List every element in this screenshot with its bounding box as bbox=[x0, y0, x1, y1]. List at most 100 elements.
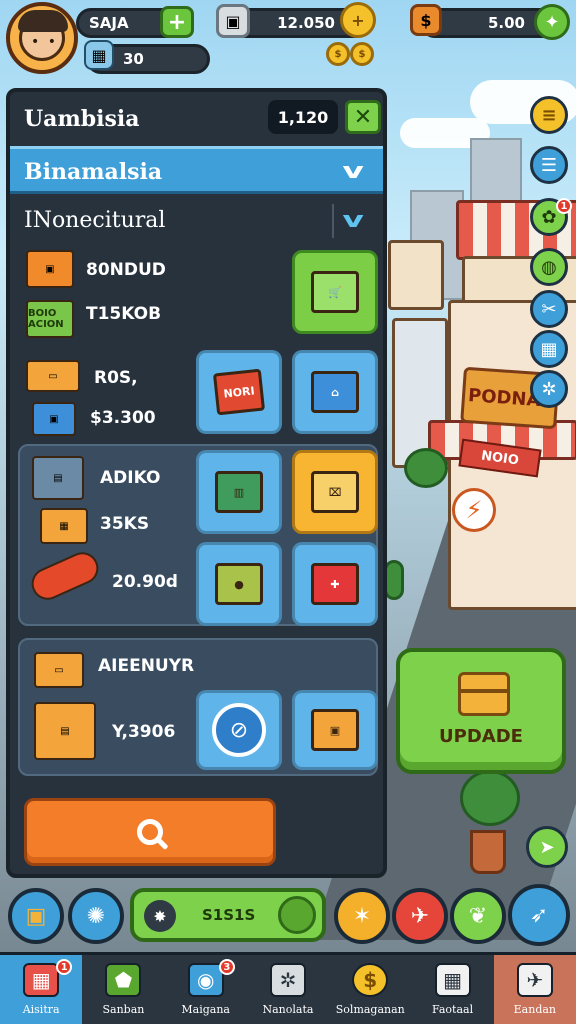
nav-label: Sanban bbox=[102, 1003, 145, 1016]
leaf-button[interactable]: ❦ bbox=[450, 888, 506, 944]
nav-item-plane[interactable]: ✈ Eandan bbox=[493, 955, 576, 1024]
nav-item-basket[interactable]: ▦ Aisitra 1 bbox=[0, 955, 83, 1024]
gear-icon[interactable]: ✲ bbox=[530, 370, 568, 408]
ad-item-icon: BOIO ACION bbox=[26, 300, 74, 338]
gems-count: 30 bbox=[123, 50, 144, 68]
subcategory-dropdown[interactable]: INonecitural v bbox=[10, 200, 383, 244]
paw-icon: ✸ bbox=[144, 900, 176, 932]
brush-icon bbox=[26, 547, 104, 605]
category-dropdown[interactable]: Binamalsia v bbox=[10, 146, 383, 194]
nav-label: Maigana bbox=[181, 1003, 230, 1016]
crate-icon: ▭ bbox=[34, 652, 84, 688]
book-icon: ▥ bbox=[215, 471, 263, 513]
basket-icon: ⌧ bbox=[311, 471, 359, 513]
arrow-icon[interactable]: ➤ bbox=[526, 826, 568, 868]
add-button[interactable]: + bbox=[160, 6, 194, 38]
item-label: T15KOB bbox=[86, 304, 162, 324]
search-button[interactable] bbox=[24, 798, 276, 866]
item-label: 80NDUD bbox=[86, 260, 166, 280]
plant-pot bbox=[470, 830, 506, 874]
no-tile[interactable]: ⊘ bbox=[196, 690, 282, 770]
list-icon[interactable]: ☰ bbox=[530, 146, 568, 184]
plane-button[interactable]: ➶ bbox=[508, 884, 570, 946]
cash-bag-icon: $ bbox=[410, 4, 442, 36]
coins-count: 12.050 bbox=[277, 14, 335, 32]
chest-icon bbox=[458, 672, 510, 716]
chevron-down-icon: v bbox=[342, 159, 364, 184]
chest-icon: ▣ bbox=[216, 4, 250, 38]
bush bbox=[384, 560, 404, 600]
nav-item-gear[interactable]: ✲ Nanolata bbox=[247, 955, 329, 1024]
item-label: R0S, bbox=[94, 368, 138, 388]
update-button[interactable]: UPDADE bbox=[396, 648, 566, 774]
progress-bar-button[interactable]: ✸ S1S1S bbox=[130, 888, 326, 942]
section-title: AIEENUYR bbox=[98, 656, 195, 676]
notification-badge: 3 bbox=[218, 959, 235, 975]
tree bbox=[460, 770, 520, 826]
map-icon[interactable]: ◍ bbox=[530, 248, 568, 286]
chevron-down-icon: v bbox=[342, 208, 364, 233]
background-house bbox=[388, 240, 444, 310]
item-label: 35KS bbox=[100, 514, 150, 534]
item-label: $3.300 bbox=[90, 408, 156, 428]
section-value: Y,3906 bbox=[112, 722, 176, 742]
chest-icon: ▤ bbox=[34, 702, 96, 760]
plane-icon: ✈ bbox=[516, 963, 553, 997]
map-add-icon[interactable]: ✦ bbox=[534, 4, 570, 40]
nav-item-camera[interactable]: ◉ Maigana 3 bbox=[165, 955, 247, 1024]
gear-icon: ✲ bbox=[269, 963, 306, 997]
nav-item-shield[interactable]: ⬟ Sanban bbox=[82, 955, 164, 1024]
dolly-tile[interactable]: ▣ bbox=[292, 690, 378, 770]
sign-tile[interactable]: NORI bbox=[196, 350, 282, 434]
star-button[interactable]: ✶ bbox=[334, 888, 390, 944]
nav-label: Eandan bbox=[513, 1003, 556, 1016]
shop-panel: Uambisia 1,120 ✕ Binamalsia v INonecitur… bbox=[6, 88, 387, 878]
basket-tile[interactable]: ⌧ bbox=[292, 450, 378, 534]
package-icon: ▦ bbox=[40, 508, 88, 544]
panel-title: Uambisia bbox=[24, 106, 140, 132]
bag-tile[interactable]: ● bbox=[196, 542, 282, 626]
feature-section: ▭ AIEENUYR ▤ Y,3906 ⊘ ▣ bbox=[18, 638, 378, 776]
box-button[interactable]: ▣ bbox=[8, 888, 64, 944]
bottom-nav: ▦ Aisitra 1 ⬟ Sanban ◉ Maigana 3 ✲ Nanol… bbox=[0, 952, 576, 1024]
shopping-cart-icon: 🛒 bbox=[311, 271, 359, 313]
wheel-button[interactable]: ✺ bbox=[68, 888, 124, 944]
nav-item-grid[interactable]: ▦ Faotaal bbox=[411, 955, 493, 1024]
player-name: SAJA bbox=[89, 14, 129, 32]
tools-icon[interactable]: ✂ bbox=[530, 290, 568, 328]
photo-item-icon: ▣ bbox=[26, 250, 74, 288]
book-tile[interactable]: ▥ bbox=[196, 450, 282, 534]
bird-button[interactable]: ✈ bbox=[392, 888, 448, 944]
notification-badge: 1 bbox=[556, 198, 572, 214]
coin-icon: $ bbox=[352, 963, 389, 997]
lightning-icon[interactable]: ⚡ bbox=[452, 488, 496, 532]
cart-tile[interactable]: 🛒 bbox=[292, 250, 378, 334]
coin-stack-icon[interactable]: ≡ bbox=[530, 96, 568, 134]
progress-value: S1S1S bbox=[202, 906, 256, 924]
player-avatar[interactable] bbox=[6, 2, 78, 74]
stall-icon: ⌂ bbox=[311, 371, 359, 413]
notification-badge: 1 bbox=[56, 959, 73, 975]
stall-tile[interactable]: ⌂ bbox=[292, 350, 378, 434]
nav-label: Aisitra bbox=[22, 1003, 60, 1016]
bag-icon: ● bbox=[215, 563, 263, 605]
blocked-icon: ⊘ bbox=[212, 703, 266, 757]
divider bbox=[332, 204, 334, 238]
nav-label: Nanolata bbox=[262, 1003, 314, 1016]
update-label: UPDADE bbox=[439, 726, 523, 747]
calendar-icon[interactable]: ▦ bbox=[530, 330, 568, 368]
gift-icon: ✚ bbox=[311, 563, 359, 605]
close-button[interactable]: ✕ bbox=[345, 100, 381, 134]
gear-badge-icon bbox=[278, 896, 316, 934]
basket-icon: ▦ bbox=[23, 963, 60, 997]
nav-label: Faotaal bbox=[431, 1003, 474, 1016]
coin-icon: $ bbox=[350, 42, 374, 66]
nav-item-coin[interactable]: $ Solmaganan bbox=[329, 955, 411, 1024]
subcategory-label: INonecitural bbox=[24, 208, 166, 233]
item-label: 20.90d bbox=[112, 572, 178, 592]
shield-icon: ⬟ bbox=[105, 963, 142, 997]
coin-icon: $ bbox=[326, 42, 350, 66]
coin-add-icon[interactable]: + bbox=[340, 2, 376, 38]
gift-tile[interactable]: ✚ bbox=[292, 542, 378, 626]
items-section: ▤ ADIKO ▦ 35KS 20.90d ▥ ⌧ ● ✚ bbox=[18, 444, 378, 626]
